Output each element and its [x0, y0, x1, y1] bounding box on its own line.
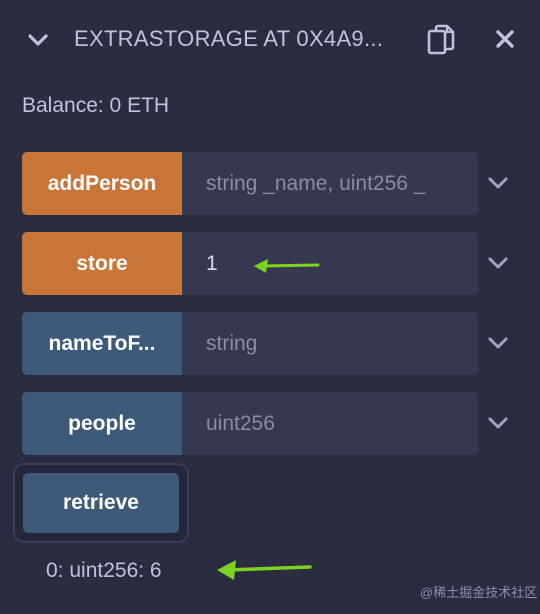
- chevron-down-icon[interactable]: [486, 411, 510, 435]
- watermark-text: @稀土掘金技术社区: [420, 585, 538, 600]
- annotation-arrow-icon: [217, 560, 312, 580]
- function-row-addperson: addPerson string _name, uint256 _: [22, 152, 478, 215]
- store-input[interactable]: 1: [182, 232, 478, 295]
- people-input[interactable]: uint256: [182, 392, 478, 455]
- chevron-down-icon[interactable]: [486, 331, 510, 355]
- balance-label: Balance: 0 ETH: [22, 94, 170, 117]
- chevron-down-icon[interactable]: [486, 251, 510, 275]
- function-row-store: store 1: [22, 232, 478, 295]
- retrieve-focus-ring: retrieve: [15, 465, 187, 541]
- people-button[interactable]: people: [22, 392, 182, 455]
- chevron-down-icon[interactable]: [486, 171, 510, 195]
- retrieve-result: 0: uint256: 6: [46, 559, 162, 582]
- function-row-nametofavoritenumber: nameToF... string: [22, 312, 478, 375]
- addperson-input[interactable]: string _name, uint256 _: [182, 152, 478, 215]
- copy-icon[interactable]: [427, 24, 457, 56]
- annotation-arrow-icon: [254, 259, 320, 273]
- addperson-button[interactable]: addPerson: [22, 152, 182, 215]
- instance-title: EXTRASTORAGE AT 0X4A9...: [74, 26, 384, 51]
- close-icon[interactable]: [495, 29, 515, 49]
- nametof-input[interactable]: string: [182, 312, 478, 375]
- nametof-button[interactable]: nameToF...: [22, 312, 182, 375]
- retrieve-button[interactable]: retrieve: [23, 473, 179, 533]
- instance-header: EXTRASTORAGE AT 0X4A9...: [0, 0, 540, 80]
- function-row-people: people uint256: [22, 392, 478, 455]
- store-button[interactable]: store: [22, 232, 182, 295]
- chevron-down-icon[interactable]: [26, 28, 50, 52]
